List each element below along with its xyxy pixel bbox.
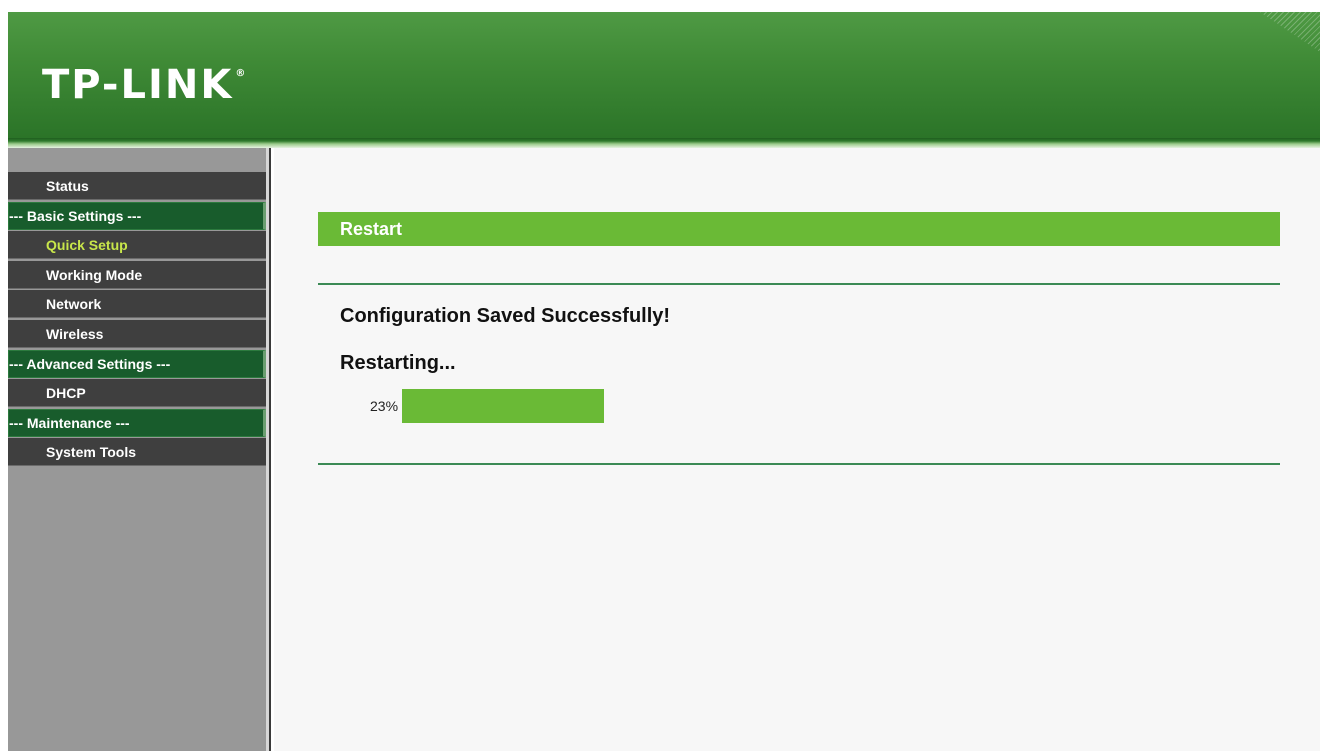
restart-progress-bar [402,389,604,423]
restarting-status: Restarting... [340,352,456,374]
sidebar-item-status[interactable]: Status [8,172,266,200]
sidebar-menu: Status --- Basic Settings --- Quick Setu… [8,172,266,468]
main-panel: Restart Configuration Saved Successfully… [274,148,1320,751]
sidebar-item-wireless[interactable]: Wireless [8,319,266,348]
top-divider [318,283,1280,285]
progress-bar-fill [402,389,604,423]
tp-link-logo: TP-LINK ® [42,62,248,108]
header-banner: TP-LINK ® [8,12,1320,138]
sidebar-item-network[interactable]: Network [8,290,266,319]
sidebar-item-working-mode[interactable]: Working Mode [8,260,266,289]
sidebar-item-system-tools[interactable]: System Tools [8,438,266,467]
header-divider [8,138,1320,148]
save-success-message: Configuration Saved Successfully! [340,305,671,327]
progress-percent-label: 23% [370,398,399,414]
sidebar-item-dhcp[interactable]: DHCP [8,379,266,408]
sidebar-section-advanced-settings: --- Advanced Settings --- [8,349,266,378]
page-title: Restart [318,212,1280,246]
sidebar: Status --- Basic Settings --- Quick Setu… [8,148,266,751]
sidebar-frame-border [266,148,274,751]
sidebar-section-maintenance: --- Maintenance --- [8,408,266,437]
sidebar-section-basic-settings: --- Basic Settings --- [8,201,266,230]
header-stripes [1260,12,1320,52]
bottom-divider [318,463,1280,465]
sidebar-item-quick-setup[interactable]: Quick Setup [8,231,266,260]
